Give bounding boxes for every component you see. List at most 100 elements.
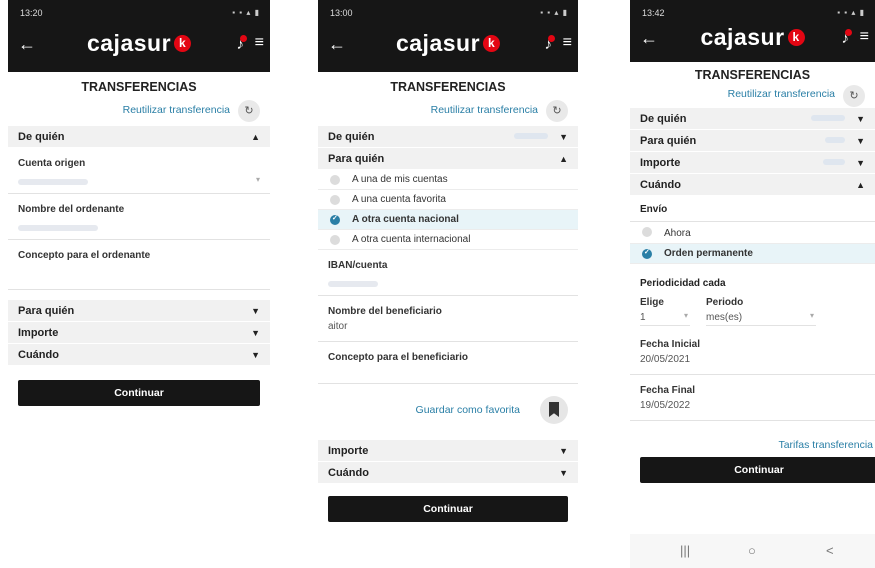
section-para-quien[interactable]: Para quién ▼	[630, 130, 875, 152]
dropdown-icon: ▾	[809, 311, 814, 320]
reuse-transfer-link[interactable]: Reutilizar transferencia	[431, 104, 538, 116]
start-date-value[interactable]: 20/05/2021	[640, 350, 865, 368]
section-para-quien[interactable]: Para quién ▼	[8, 300, 270, 322]
orderer-name-value-blurred	[18, 225, 98, 231]
fees-row: Tarifas transferencia	[630, 421, 875, 457]
status-bar: 13:20 ▪ ▪ ▴ ▮	[8, 0, 270, 24]
orderer-concept-label: Concepto para el ordenante	[18, 250, 151, 261]
hamburger-menu-icon[interactable]: ≡	[255, 34, 264, 52]
status-time: 13:42	[642, 8, 665, 18]
section-importe[interactable]: Importe ▼	[630, 152, 875, 174]
home-icon[interactable]: ○	[748, 543, 756, 558]
account-blurred	[811, 115, 845, 121]
orderer-name-field[interactable]: Nombre del ordenante	[8, 194, 270, 240]
end-date-value[interactable]: 19/05/2022	[640, 396, 865, 414]
option-favorite-account[interactable]: A una cuenta favorita	[318, 190, 578, 210]
chevron-down-icon: ▼	[856, 136, 865, 146]
option-national-account[interactable]: A otra cuenta nacional	[318, 210, 578, 230]
section-de-quien[interactable]: De quién ▼	[318, 126, 578, 148]
fees-link[interactable]: Tarifas transferencia	[778, 439, 873, 451]
iban-field[interactable]: IBAN/cuenta	[318, 250, 578, 296]
periodicity-row: Elige 1 ▾ Periodo mes(es) ▾	[630, 293, 875, 335]
save-favorite-row[interactable]: Guardar como favorita	[318, 384, 578, 440]
chevron-down-icon: ▼	[856, 158, 865, 168]
reuse-transfer-link[interactable]: Reutilizar transferencia	[123, 104, 230, 116]
option-now[interactable]: Ahora	[630, 222, 875, 244]
section-importe[interactable]: Importe ▼	[318, 440, 578, 462]
phone-screen-2: 13:00 ▪ ▪ ▴ ▮ ← cajasur k ♪ ≡ TRANSFERENC…	[318, 0, 578, 568]
origin-account-label: Cuenta origen	[18, 158, 86, 169]
status-icons: ▪ ▪ ▴ ▮	[540, 8, 568, 17]
app-header: 13:00 ▪ ▪ ▴ ▮ ← cajasur k ♪ ≡	[318, 0, 578, 72]
section-cuando[interactable]: Cuándo ▼	[318, 462, 578, 484]
beneficiary-blurred	[825, 137, 845, 143]
account-blurred	[514, 133, 548, 139]
app-header: 13:20 ▪ ▪ ▴ ▮ ← cajasur k ♪ ≡	[8, 0, 270, 72]
bookmark-icon[interactable]	[540, 396, 568, 424]
chevron-up-icon: ▲	[559, 154, 568, 164]
start-date-field[interactable]: Fecha Inicial 20/05/2021	[630, 335, 875, 375]
section-para-quien[interactable]: Para quién ▲	[318, 148, 578, 170]
chevron-up-icon: ▲	[856, 180, 865, 190]
origin-account-value-blurred	[18, 179, 88, 185]
notification-bell-icon[interactable]: ♪	[545, 35, 555, 53]
chevron-down-icon: ▼	[251, 328, 260, 338]
save-favorite-link[interactable]: Guardar como favorita	[416, 404, 520, 416]
chevron-up-icon: ▲	[251, 132, 260, 142]
section-cuando[interactable]: Cuándo ▲	[630, 174, 875, 196]
option-international-account[interactable]: A otra cuenta internacional	[318, 230, 578, 250]
continue-button[interactable]: Continuar	[328, 496, 568, 522]
beneficiary-concept-field[interactable]: Concepto para el beneficiario	[318, 342, 578, 384]
reuse-icon[interactable]: ↻	[546, 100, 568, 122]
continue-button[interactable]: Continuar	[640, 457, 875, 483]
periodicity-label: Periodicidad cada	[640, 278, 726, 289]
recent-apps-icon[interactable]: |||	[680, 543, 690, 558]
chevron-down-icon: ▼	[251, 306, 260, 316]
chevron-down-icon: ▼	[559, 446, 568, 456]
period-select[interactable]: Periodo mes(es) ▾	[706, 297, 816, 326]
reuse-icon[interactable]: ↻	[238, 100, 260, 122]
reuse-icon[interactable]: ↻	[843, 85, 865, 107]
beneficiary-name-value[interactable]: aitor	[328, 317, 568, 335]
cajasur-logo: cajasur k	[700, 24, 805, 51]
origin-account-field[interactable]: Cuenta origen ▾	[8, 148, 270, 194]
section-de-quien[interactable]: De quién ▼	[630, 108, 875, 130]
envio-label: Envío	[630, 196, 875, 222]
back-arrow-icon[interactable]: ←	[328, 34, 346, 55]
orderer-concept-field[interactable]: Concepto para el ordenante	[8, 240, 270, 290]
phone-screen-1: 13:20 ▪ ▪ ▴ ▮ ← cajasur k ♪ ≡ TRANSFERENC…	[8, 0, 270, 568]
amount-blurred	[823, 159, 845, 165]
notification-bell-icon[interactable]: ♪	[842, 29, 852, 47]
end-date-field[interactable]: Fecha Final 19/05/2022	[630, 375, 875, 421]
choose-select[interactable]: Elige 1 ▾	[640, 297, 690, 326]
reuse-transfer-row[interactable]: Reutilizar transferencia ↻	[318, 98, 578, 126]
reuse-transfer-row[interactable]: Reutilizar transferencia ↻	[8, 98, 270, 126]
reuse-transfer-row[interactable]: Reutilizar transferencia ↻	[630, 84, 875, 108]
beneficiary-concept-label: Concepto para el beneficiario	[328, 352, 469, 363]
reuse-transfer-link[interactable]: Reutilizar transferencia	[728, 88, 835, 100]
section-cuando[interactable]: Cuándo ▼	[8, 344, 270, 366]
chevron-down-icon: ▼	[559, 132, 568, 142]
app-header: 13:42 ▪ ▪ ▴ ▮ ← cajasur k ♪ ≡	[630, 0, 875, 62]
section-de-quien[interactable]: De quién ▲	[8, 126, 270, 148]
hamburger-menu-icon[interactable]: ≡	[563, 34, 572, 52]
status-bar: 13:00 ▪ ▪ ▴ ▮	[318, 0, 578, 24]
section-importe[interactable]: Importe ▼	[8, 322, 270, 344]
cajasur-logo: cajasur k	[87, 30, 192, 57]
dropdown-icon: ▾	[683, 311, 688, 320]
iban-value-blurred	[328, 281, 378, 287]
hamburger-menu-icon[interactable]: ≡	[860, 28, 869, 46]
back-arrow-icon[interactable]: ←	[18, 34, 36, 55]
notification-bell-icon[interactable]: ♪	[237, 35, 247, 53]
continue-button[interactable]: Continuar	[18, 380, 260, 406]
option-own-account[interactable]: A una de mis cuentas	[318, 170, 578, 190]
page-title: TRANSFERENCIAS	[390, 80, 506, 94]
dropdown-icon: ▾	[255, 175, 260, 184]
beneficiary-name-field[interactable]: Nombre del beneficiario aitor	[318, 296, 578, 342]
status-time: 13:20	[20, 8, 43, 18]
nav-back-icon[interactable]: <	[826, 543, 834, 558]
option-standing-order[interactable]: Orden permanente	[630, 244, 875, 264]
beneficiary-name-label: Nombre del beneficiario	[328, 306, 442, 317]
back-arrow-icon[interactable]: ←	[640, 28, 658, 49]
cajasur-logo: cajasur k	[396, 30, 501, 57]
